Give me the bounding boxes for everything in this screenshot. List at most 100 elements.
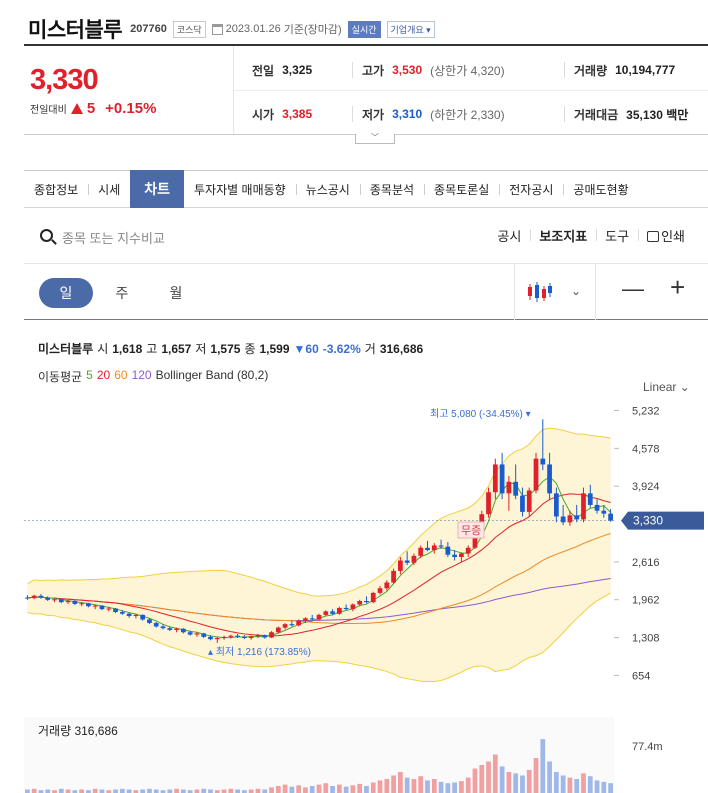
candle	[99, 605, 105, 610]
candle	[201, 633, 207, 637]
volume-bar	[126, 789, 132, 793]
candle	[404, 560, 410, 563]
volume-bar	[330, 786, 335, 793]
candle	[180, 628, 186, 633]
realtime-button[interactable]: 실시간	[347, 20, 381, 38]
chart-type-select[interactable]: ⌄	[514, 264, 596, 320]
volume-bar	[506, 772, 512, 793]
scale-label: Linear	[643, 380, 677, 394]
candle	[465, 547, 471, 554]
high-annotation: 최고 5,080 (-34.45%) ▾	[430, 408, 531, 420]
candle	[506, 481, 512, 494]
candle	[153, 622, 159, 627]
volume-bar	[58, 788, 64, 793]
volume-bar	[235, 789, 240, 793]
ohlc-low-label: 저	[195, 342, 207, 356]
volume-tick-label: 77.4m	[632, 741, 663, 753]
volume-bar	[459, 781, 464, 793]
volume-bar	[221, 789, 227, 793]
market-badge: 코스닥	[172, 20, 206, 38]
low-annotation: ▴ 최저 1,216 (173.85%)	[208, 646, 311, 658]
y-tick-label: 4,578	[632, 443, 660, 455]
volume-bar	[553, 772, 559, 793]
volume-bar	[92, 788, 98, 793]
tab-disclosure[interactable]: 전자공시	[499, 170, 563, 208]
y-tick-label: 3,924	[632, 481, 660, 493]
ohlc-low: 1,575	[210, 341, 241, 356]
change-percent: +0.15%	[105, 100, 157, 117]
period-day-button[interactable]: 일	[39, 278, 93, 308]
tab-quotes[interactable]: 시세	[88, 170, 130, 208]
candle	[255, 635, 261, 637]
chevron-down-icon: ﹀	[371, 133, 379, 142]
tab-analysis[interactable]: 종목분석	[359, 170, 424, 208]
company-info-button[interactable]: 기업개요 ▾	[386, 20, 435, 38]
search-icon[interactable]	[40, 229, 53, 242]
calendar-icon	[211, 23, 223, 35]
volume-bar	[147, 788, 152, 793]
candle	[45, 597, 51, 600]
volume-bar	[513, 773, 519, 793]
candle	[72, 600, 78, 604]
volume-bar	[208, 789, 213, 793]
candle	[242, 636, 247, 639]
volume-bar	[350, 785, 356, 793]
zoom-out-button[interactable]: —	[622, 276, 644, 302]
zoom-in-button[interactable]: +	[670, 272, 685, 303]
period-week-button[interactable]: 주	[112, 278, 132, 308]
volume-bar	[560, 775, 566, 793]
candle	[160, 626, 166, 629]
compare-search-input[interactable]: 종목 또는 지수비교	[62, 228, 165, 247]
stat-volume: 거래량 10,194,777	[574, 48, 675, 92]
volume-bar	[316, 784, 322, 793]
expand-toggle-button[interactable]: ﹀	[355, 134, 395, 144]
candle	[25, 597, 30, 599]
tools-button[interactable]: 도구	[596, 226, 638, 245]
stock-name: 미스터블루	[28, 19, 123, 42]
tab-news[interactable]: 뉴스공시	[295, 170, 360, 208]
volume-bar	[445, 783, 451, 793]
candle	[106, 608, 112, 610]
tab-investor-trading[interactable]: 투자자별 매매동향	[184, 170, 296, 208]
period-bar: 일 주 월 ⌄ — +	[24, 264, 708, 320]
indicator-button[interactable]: 보조지표	[530, 226, 596, 245]
print-label: 인쇄	[661, 229, 685, 244]
candle	[187, 632, 193, 635]
price-change: 전일대비 5 +0.15%	[30, 100, 156, 117]
volume-bar	[479, 765, 485, 793]
candle	[418, 547, 424, 556]
y-tick-label: 1,962	[632, 595, 660, 607]
candle	[425, 547, 430, 551]
tab-nav: 종합정보 시세 차트 투자자별 매매동향 뉴스공시 종목분석 종목토론실 전자공…	[24, 170, 708, 208]
volume-bar	[499, 766, 505, 793]
candle	[547, 464, 552, 494]
volume-bar	[587, 776, 593, 793]
scale-select[interactable]: Linear ⌄	[643, 380, 690, 394]
tab-chart[interactable]: 차트	[130, 170, 185, 208]
volume-bar	[282, 784, 288, 793]
tab-discussion[interactable]: 종목토론실	[424, 170, 499, 208]
volume-bar	[79, 789, 85, 793]
candle	[65, 600, 71, 603]
candle	[133, 614, 139, 617]
ohlc-close-label: 종	[244, 342, 256, 356]
tab-overview[interactable]: 종합정보	[24, 170, 88, 208]
stat-low-limit: (하한가 2,330)	[430, 107, 505, 122]
candle	[282, 624, 288, 628]
period-month-button[interactable]: 월	[166, 278, 186, 308]
stat-amount: 거래대금 35,130 백만	[574, 92, 688, 136]
print-button[interactable]: 인쇄	[638, 226, 694, 245]
volume-bar	[574, 779, 580, 793]
stat-prev-label: 전일	[252, 63, 275, 78]
disclosure-button[interactable]: 공시	[488, 226, 530, 245]
candle	[296, 620, 302, 626]
volume-bar	[465, 777, 471, 793]
volume-bar	[25, 789, 30, 793]
stat-prev: 전일 3,325	[252, 48, 312, 92]
candle	[140, 614, 146, 620]
chart-stock-name: 미스터블루	[38, 342, 94, 356]
volume-bar	[520, 775, 525, 793]
date-info: 2023.01.26 기준(장마감)	[211, 21, 342, 37]
tab-short-selling[interactable]: 공매도현황	[563, 170, 638, 208]
candle	[79, 603, 85, 605]
